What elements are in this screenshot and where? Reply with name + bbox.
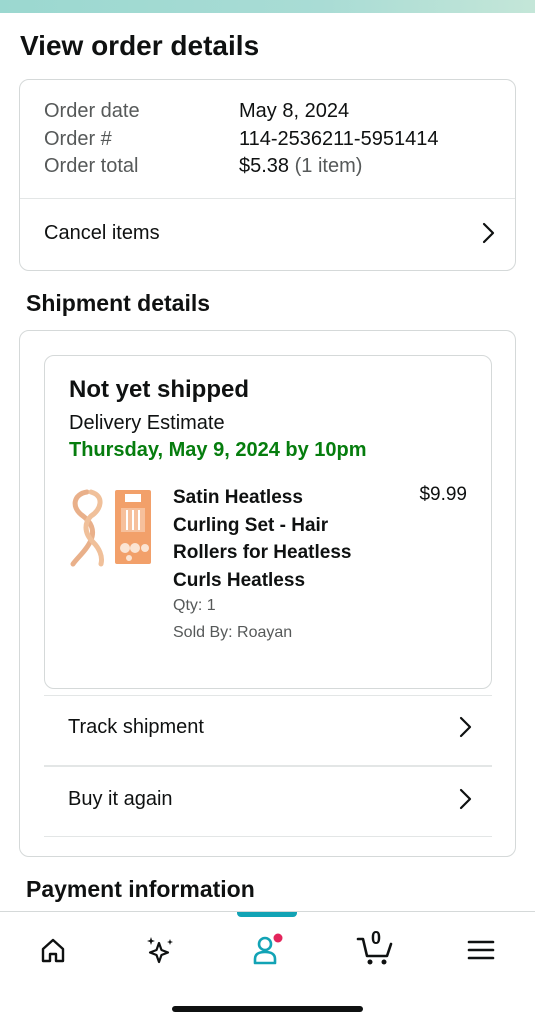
chevron-right-icon (477, 222, 499, 244)
cart-icon[interactable]: 0 (354, 928, 398, 970)
ai-sparkle-icon[interactable] (140, 930, 180, 970)
payment-section-title: Payment information (26, 876, 255, 902)
shipment-section-title: Shipment details (26, 290, 211, 316)
shipment-status: Not yet shipped (69, 376, 250, 403)
cart-count: 0 (371, 928, 382, 948)
home-icon[interactable] (33, 930, 73, 970)
order-card-divider (20, 198, 515, 199)
shipment-divider (44, 765, 492, 767)
active-tab-indicator (237, 912, 297, 917)
shipment-divider (44, 695, 492, 696)
product-quantity: Qty: 1 (173, 597, 216, 614)
track-shipment-label: Track shipment (68, 715, 204, 738)
buy-it-again-button[interactable]: Buy it again (68, 775, 476, 823)
page-title: View order details (20, 30, 260, 61)
order-summary-card: Order date May 8, 2024 Order # 114-25362… (19, 79, 516, 271)
product-title-line: Curling Set - Hair (173, 514, 329, 536)
product-title-line: Curls Heatless (173, 569, 306, 591)
order-date-label: Order date (44, 100, 140, 122)
order-total-label: Order total (44, 155, 139, 177)
cancel-items-label: Cancel items (44, 221, 160, 244)
shipment-card: Not yet shipped Delivery Estimate Thursd… (19, 330, 516, 857)
order-number-label: Order # (44, 128, 112, 150)
home-indicator (172, 1006, 363, 1012)
track-shipment-button[interactable]: Track shipment (68, 703, 476, 751)
order-total-amount: $5.38 (239, 155, 290, 177)
chevron-right-icon (454, 788, 476, 810)
order-total-value: $5.38 (1 item) (239, 155, 362, 178)
product-seller: Sold By: Roayan (173, 624, 293, 641)
menu-icon[interactable] (461, 930, 501, 970)
account-icon[interactable] (247, 930, 287, 970)
product-title-line: Satin Heatless (173, 487, 303, 508)
order-date-value: May 8, 2024 (239, 100, 350, 122)
delivery-estimate-label: Delivery Estimate (69, 412, 225, 434)
buy-it-again-label: Buy it again (68, 787, 173, 810)
product-title[interactable]: Satin Heatless Curling Set - Hair Roller… (173, 484, 393, 594)
shipment-divider (44, 836, 492, 837)
order-total-item-count: (1 item) (294, 155, 363, 177)
top-accent-strip (0, 0, 535, 13)
cancel-items-button[interactable]: Cancel items (44, 209, 499, 257)
shipment-item-card: Not yet shipped Delivery Estimate Thursd… (44, 355, 492, 689)
product-thumbnail[interactable] (69, 486, 153, 568)
order-number-value: 114-2536211-5951414 (239, 128, 439, 150)
product-price: $9.99 (419, 484, 467, 505)
product-title-line: Rollers for Heatless (173, 542, 352, 563)
chevron-right-icon (454, 716, 476, 738)
delivery-estimate-date: Thursday, May 9, 2024 by 10pm (69, 439, 367, 461)
